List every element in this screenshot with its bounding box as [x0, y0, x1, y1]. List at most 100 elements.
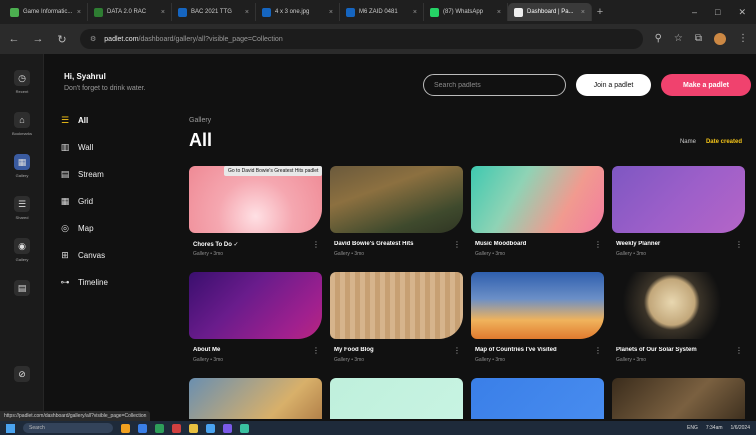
menu-icon[interactable]: ⋮ [738, 33, 748, 45]
rail-item[interactable]: ◷ Recent [0, 70, 44, 94]
padlet-thumbnail[interactable] [612, 378, 745, 419]
maximize-button[interactable]: □ [715, 7, 720, 18]
close-tab-icon[interactable]: × [245, 9, 249, 16]
nav-item-wall[interactable]: ▥ Wall [60, 137, 94, 157]
rail-logout[interactable]: ⊘ [0, 366, 44, 382]
padlet-card[interactable] [330, 378, 463, 419]
padlet-thumbnail[interactable] [471, 166, 604, 233]
extensions-icon[interactable]: ⧉ [695, 33, 702, 45]
sort-by-name[interactable]: Name [680, 139, 696, 145]
browser-tab[interactable]: DATA 2.0 RAC × [88, 3, 172, 21]
padlet-thumbnail[interactable] [330, 272, 463, 339]
padlet-thumbnail[interactable] [330, 378, 463, 419]
more-options-icon[interactable]: ⋮ [453, 346, 461, 355]
star-icon[interactable]: ☆ [674, 33, 683, 45]
padlet-card[interactable] [189, 378, 322, 419]
nav-item-stream[interactable]: ▤ Stream [60, 164, 104, 184]
join-padlet-button[interactable]: Join a padlet [576, 74, 651, 96]
padlet-thumbnail[interactable] [612, 166, 745, 233]
address-bar[interactable]: ⚙ padlet.com/dashboard/gallery/all?visib… [80, 29, 643, 49]
close-tab-icon[interactable]: × [413, 9, 417, 16]
rail-item[interactable]: ▦ Gallery [0, 154, 44, 178]
bookmark-icon: ⌂ [14, 112, 30, 128]
close-tab-icon[interactable]: × [329, 9, 333, 16]
padlet-thumbnail[interactable] [471, 272, 604, 339]
start-icon[interactable] [6, 423, 15, 433]
more-options-icon[interactable]: ⋮ [594, 346, 602, 355]
padlet-card[interactable]: Weekly Planner Gallery • 3mo ⋮ [612, 166, 745, 257]
url-host: padlet.com [104, 35, 139, 43]
more-options-icon[interactable]: ⋮ [735, 346, 743, 355]
padlet-thumbnail[interactable] [189, 272, 322, 339]
padlet-card[interactable]: Planets of Our Solar System Gallery • 3mo… [612, 272, 745, 363]
browser-tab[interactable]: M6 ZAID 0481 × [340, 3, 424, 21]
tab-title: BAC 2021 TTG [191, 9, 232, 15]
reload-icon[interactable]: ↻ [56, 33, 68, 46]
padlet-card[interactable]: My Food Blog Gallery • 3mo ⋮ [330, 272, 463, 363]
more-options-icon[interactable]: ⋮ [312, 346, 320, 355]
clock-time[interactable]: 7:34am [706, 425, 723, 431]
rail-item[interactable]: ⌂ Bookmarks [0, 112, 44, 136]
padlet-thumbnail[interactable] [189, 378, 322, 419]
padlet-thumbnail[interactable] [612, 272, 745, 339]
taskbar-app-icon[interactable] [189, 423, 198, 433]
taskbar-search[interactable]: Search [23, 423, 113, 433]
padlet-thumbnail[interactable] [330, 166, 463, 233]
tab-favicon-icon [10, 7, 19, 17]
clock-date[interactable]: 1/6/2024 [731, 425, 750, 431]
nav-item-map[interactable]: ◎ Map [60, 218, 94, 238]
padlet-card[interactable]: About Me Gallery • 3mo ⋮ [189, 272, 322, 363]
padlet-card[interactable] [471, 378, 604, 419]
browser-tab[interactable]: Dashboard | Pa... × [508, 3, 592, 21]
language-indicator[interactable]: ENG [687, 425, 698, 431]
close-tab-icon[interactable]: × [581, 9, 585, 16]
padlet-thumbnail[interactable] [189, 166, 322, 233]
taskbar-app-icon[interactable] [121, 423, 130, 433]
profile-avatar[interactable] [714, 33, 726, 45]
close-window-button[interactable]: ✕ [738, 7, 746, 18]
browser-tab[interactable]: 4 x 3 one.jpg × [256, 3, 340, 21]
padlet-card[interactable]: Chores To Do ✓ Gallery • 3mo ⋮ [189, 166, 322, 257]
close-tab-icon[interactable]: × [161, 9, 165, 16]
padlet-card[interactable]: Map of Countries I've Visited Gallery • 3… [471, 272, 604, 363]
browser-tab[interactable]: BAC 2021 TTG × [172, 3, 256, 21]
nav-item-all[interactable]: ☰ All [60, 110, 88, 130]
rail-item[interactable]: ▤ [0, 280, 44, 299]
make-padlet-button[interactable]: Make a padlet [661, 74, 751, 96]
back-arrow-icon[interactable]: ← [8, 33, 20, 45]
padlet-thumbnail[interactable] [471, 378, 604, 419]
more-options-icon[interactable]: ⋮ [735, 240, 743, 249]
taskbar-app-icon[interactable] [172, 423, 181, 433]
browser-tab[interactable]: (87) WhatsApp × [424, 3, 508, 21]
browser-tab[interactable]: Game Informatic... × [4, 3, 88, 21]
taskbar-app-icon[interactable] [206, 423, 215, 433]
more-options-icon[interactable]: ⋮ [594, 240, 602, 249]
minimize-button[interactable]: – [692, 7, 697, 18]
timeline-icon: ⊶ [60, 276, 70, 287]
padlet-card[interactable]: David Bowie's Greatest Hits Gallery • 3mo… [330, 166, 463, 257]
nav-item-label: Grid [78, 196, 94, 206]
forward-arrow-icon[interactable]: → [32, 33, 44, 45]
padlet-card[interactable] [612, 378, 745, 419]
more-options-icon[interactable]: ⋮ [453, 240, 461, 249]
close-tab-icon[interactable]: × [77, 9, 81, 16]
sort-by-date[interactable]: Date created [706, 139, 742, 145]
nav-item-grid[interactable]: ▦ Grid [60, 191, 93, 211]
taskbar-app-icon[interactable] [223, 423, 232, 433]
search-input[interactable] [423, 74, 566, 96]
taskbar-app-icon[interactable] [155, 423, 164, 433]
site-info-icon[interactable]: ⚙ [90, 35, 96, 43]
lens-icon[interactable]: ⚲ [655, 33, 662, 45]
taskbar-app-icon[interactable] [240, 423, 249, 433]
taskbar-app-icon[interactable] [138, 423, 147, 433]
rail-item[interactable]: ◉ Gallery [0, 238, 44, 262]
rail-item[interactable]: ☰ Shared [0, 196, 44, 220]
padlet-card[interactable]: Music Moodboard Gallery • 3mo ⋮ [471, 166, 604, 257]
new-tab-button[interactable]: + [592, 6, 608, 18]
nav-item-timeline[interactable]: ⊶ Timeline [60, 272, 108, 292]
close-tab-icon[interactable]: × [497, 9, 501, 16]
tab-title: Game Informatic... [23, 9, 73, 15]
padlet-title: Music Moodboard [475, 241, 527, 247]
nav-item-canvas[interactable]: ⊞ Canvas [60, 245, 105, 265]
more-options-icon[interactable]: ⋮ [312, 240, 320, 249]
